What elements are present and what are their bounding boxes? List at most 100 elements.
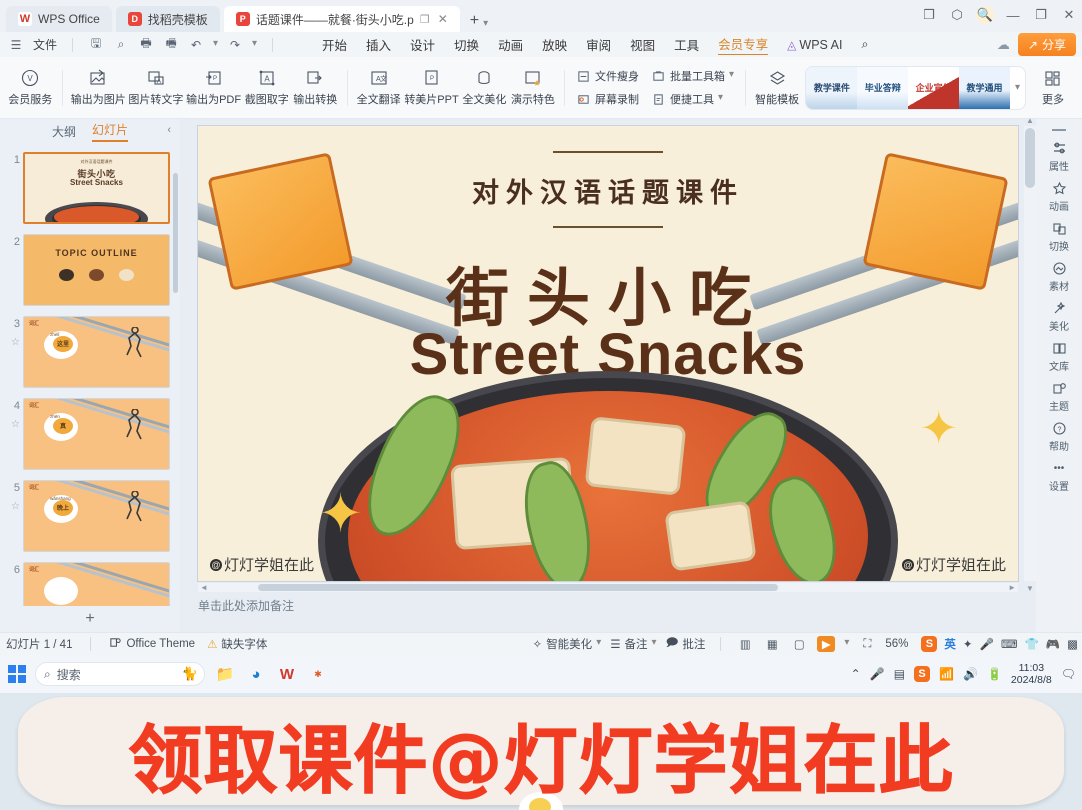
minimize-button[interactable]: —	[1004, 6, 1022, 24]
redo-icon[interactable]: ↷	[227, 38, 243, 52]
slide-subtitle[interactable]: 对外汉语话题课件	[198, 171, 1018, 210]
ribbon-button-export-pdf[interactable]: P 输出为PDF	[185, 66, 243, 109]
thumbnail-scrollbar[interactable]	[173, 173, 178, 293]
slideshow-icon[interactable]: ▶	[817, 636, 836, 652]
ribbon-button-export-image[interactable]: 输出为图片	[69, 66, 127, 109]
ribbon-button-presentation-feature[interactable]: 演示特色	[509, 66, 558, 109]
notes-button[interactable]: ☰ 备注 ▾	[610, 636, 656, 652]
normal-view-icon[interactable]: ▥	[736, 636, 754, 652]
wifi-icon[interactable]: 📶	[939, 667, 954, 681]
menu-tab-tools[interactable]: 工具	[674, 35, 699, 54]
scroll-right-icon[interactable]: ►	[1008, 583, 1016, 592]
tab-outline[interactable]: 大纲	[52, 123, 76, 140]
menu-tab-animation[interactable]: 动画	[498, 35, 523, 54]
menu-tab-insert[interactable]: 插入	[366, 35, 391, 54]
sogou-icon[interactable]: S	[914, 666, 931, 682]
slide-sorter-icon[interactable]: ▦	[763, 636, 781, 652]
slideshow-chevron-down-icon[interactable]: ▾	[844, 637, 849, 651]
zoom-level[interactable]: 56%	[885, 638, 908, 650]
list-item[interactable]: 4 ☆ 词汇 zhēn 真	[0, 393, 180, 475]
keyboard-icon[interactable]: ⌨	[1001, 637, 1018, 651]
slide-thumbnail-3[interactable]: 词汇 zhèlǐ 这里	[23, 316, 170, 388]
search-doc-icon[interactable]: ⌕	[113, 37, 129, 52]
list-item[interactable]: 2 TOPIC OUTLINE	[0, 229, 180, 311]
ribbon-button-file-slim[interactable]: 文件瘦身	[576, 68, 639, 84]
apps-icon[interactable]: ▩	[1067, 637, 1078, 651]
scroll-down-icon[interactable]: ▼	[1024, 584, 1036, 593]
red-dot-icon[interactable]: ✱	[307, 663, 329, 685]
ribbon-button-batch-tools[interactable]: 批量工具箱 ▾	[651, 68, 734, 84]
tab-active-document[interactable]: P 话题课件——就餐·街头小吃.p ❐ ✕	[223, 6, 460, 32]
ribbon-button-full-beautify[interactable]: 全文美化	[460, 66, 509, 109]
volume-icon[interactable]: 🔊	[963, 667, 978, 681]
scroll-up-icon[interactable]: ▲	[1024, 116, 1036, 125]
slide-canvas[interactable]: 对外汉语话题课件 街头小吃 Street Snacks ✦ ✦ @ 灯灯学姐在此…	[198, 126, 1018, 581]
list-item[interactable]: 6 词汇	[0, 557, 180, 606]
tab-slides[interactable]: 幻灯片	[92, 121, 129, 142]
ime-mode[interactable]: 英	[944, 636, 956, 652]
notification-icon[interactable]: 🗨	[1061, 667, 1076, 681]
undo-icon[interactable]: ↶	[188, 38, 204, 52]
menu-tab-slideshow[interactable]: 放映	[542, 35, 567, 54]
menu-tab-view[interactable]: 视图	[630, 35, 655, 54]
sidebar-item-settings[interactable]: ••• 设置	[1049, 460, 1069, 493]
game-icon[interactable]: 🎮	[1046, 637, 1060, 651]
maximize-button[interactable]: ❐	[1032, 6, 1050, 24]
sidebar-item-animation[interactable]: 动画	[1049, 180, 1069, 213]
add-slide-button[interactable]: +	[0, 606, 180, 632]
edge-icon[interactable]: ◕	[245, 663, 267, 685]
wps-icon[interactable]: W	[276, 663, 298, 685]
sidebar-item-theme[interactable]: 主题	[1049, 380, 1069, 413]
skin-icon[interactable]: 👕	[1024, 637, 1038, 651]
sidebar-item-library[interactable]: 文库	[1049, 340, 1069, 373]
menu-tab-transition[interactable]: 切换	[454, 35, 479, 54]
file-menu[interactable]: 文件	[33, 36, 57, 53]
tab-wps-office[interactable]: W WPS Office	[6, 6, 112, 32]
new-tab-button[interactable]: +	[464, 12, 483, 32]
font-warning[interactable]: ⚠ 缺失字体	[207, 636, 267, 652]
undo-chevron-down-icon[interactable]: ▾	[213, 38, 218, 52]
theme-indicator[interactable]: Office Theme	[109, 636, 195, 652]
scrollbar-thumb[interactable]	[1025, 128, 1035, 188]
menu-tab-design[interactable]: 设计	[410, 35, 435, 54]
ime-panel-icon[interactable]: ▤	[894, 667, 905, 681]
tab-close-icon[interactable]: ✕	[438, 12, 448, 26]
list-item[interactable]: 1 对外汉语话题课件 街头小吃 Street Snacks	[0, 147, 180, 229]
sidebar-item-material[interactable]: 素材	[1049, 260, 1069, 293]
template-card-graduation[interactable]: 毕业答辩	[857, 66, 909, 109]
cloud-icon[interactable]: ☁	[997, 37, 1010, 53]
smart-beautify-button[interactable]: ✧ 智能美化 ▾	[533, 636, 602, 652]
reading-view-icon[interactable]: ▢	[790, 636, 808, 652]
horizontal-scrollbar[interactable]: ◄ ►	[198, 583, 1018, 592]
slide-thumbnail-5[interactable]: 词汇 wǎnshang 晚上	[23, 480, 170, 552]
ribbon-button-screen-record[interactable]: 屏幕录制	[576, 91, 639, 107]
ribbon-button-screenshot-ocr[interactable]: A 截图取字	[242, 66, 291, 109]
search-highlight-icon[interactable]: 🔍	[976, 6, 994, 24]
slide-thumbnail-6[interactable]: 词汇	[23, 562, 170, 606]
ribbon-button-more[interactable]: 更多	[1030, 66, 1076, 109]
hamburger-menu-icon[interactable]: ☰	[8, 38, 24, 52]
menu-tab-start[interactable]: 开始	[322, 35, 347, 54]
cube-icon[interactable]: ⬡	[948, 6, 966, 24]
sogou-icon[interactable]: S	[921, 636, 938, 652]
chevron-left-icon[interactable]: ‹	[167, 124, 171, 136]
wps-ai-button[interactable]: ◬ WPS AI	[787, 38, 842, 52]
menu-tab-review[interactable]: 审阅	[586, 35, 611, 54]
ribbon-button-handy-tools[interactable]: 便捷工具 ▾	[651, 91, 723, 107]
search-input[interactable]: ⌕ 搜索 🐈	[35, 662, 205, 686]
sidebar-item-transition[interactable]: 切换	[1049, 220, 1069, 253]
template-gallery-chevron-down-icon[interactable]: ▾	[1010, 82, 1025, 93]
save-icon[interactable]: 🖫	[88, 34, 104, 55]
close-button[interactable]: ✕	[1060, 6, 1078, 24]
chevron-up-icon[interactable]: ⌃	[851, 667, 861, 681]
collapse-handle[interactable]	[1052, 129, 1066, 131]
battery-icon[interactable]: 🔋	[987, 667, 1002, 681]
comment-button[interactable]: 🗩 批注	[666, 635, 706, 654]
list-item[interactable]: 3 ☆ 词汇 zhèlǐ 这里	[0, 311, 180, 393]
template-card-teaching[interactable]: 教学课件	[806, 66, 858, 109]
tab-docer-template[interactable]: D 找稻壳模板	[115, 6, 220, 32]
file-explorer-icon[interactable]: 📁	[214, 663, 236, 685]
sidebar-item-beautify[interactable]: 美化	[1049, 300, 1069, 333]
ribbon-button-image-to-text[interactable]: A 图片转文字	[127, 66, 185, 109]
tab-list-chevron-down-icon[interactable]: ▾	[483, 18, 488, 32]
